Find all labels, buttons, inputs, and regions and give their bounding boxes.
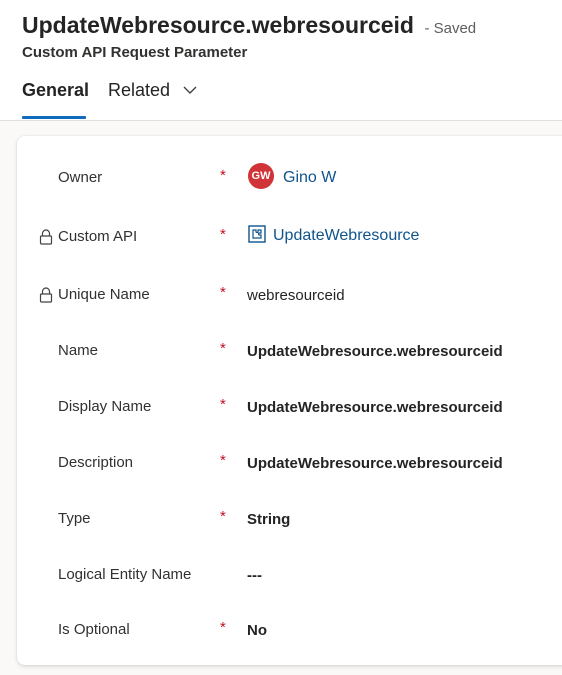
tab-related[interactable]: Related bbox=[108, 80, 197, 101]
custom-api-link[interactable]: UpdateWebresource bbox=[273, 227, 419, 245]
entity-type-label: Custom API Request Parameter bbox=[22, 44, 248, 61]
unique-name-label: Unique Name bbox=[58, 286, 150, 303]
name-field[interactable]: UpdateWebresource.webresourceid bbox=[247, 343, 503, 360]
record-header: UpdateWebresource.webresourceid - Saved … bbox=[0, 0, 562, 121]
owner-label: Owner bbox=[58, 169, 103, 186]
display-name-label: Display Name bbox=[58, 398, 152, 415]
title-row: UpdateWebresource.webresourceid - Saved bbox=[22, 12, 476, 39]
required-marker: * bbox=[220, 508, 226, 525]
tab-general-label: General bbox=[22, 80, 90, 100]
selected-tab-indicator bbox=[22, 116, 86, 119]
required-marker: * bbox=[220, 619, 226, 636]
tab-related-label: Related bbox=[108, 80, 171, 100]
field-unique-name: Unique Name * webresourceid bbox=[17, 278, 562, 318]
field-display-name: Display Name * UpdateWebresource.webreso… bbox=[17, 390, 562, 430]
avatar: GW bbox=[248, 163, 274, 189]
type-field[interactable]: String bbox=[247, 511, 290, 528]
description-field[interactable]: UpdateWebresource.webresourceid bbox=[247, 455, 503, 472]
field-type: Type * String bbox=[17, 502, 562, 542]
required-marker: * bbox=[220, 340, 226, 357]
logical-entity-name-label: Logical Entity Name bbox=[58, 566, 192, 583]
lock-icon bbox=[39, 229, 53, 245]
general-section-card: Owner * GW Gino W Custom API * UpdateWeb… bbox=[17, 136, 562, 665]
lock-icon bbox=[39, 287, 53, 303]
field-custom-api: Custom API * UpdateWebresource bbox=[17, 220, 562, 260]
logical-entity-name-field[interactable]: --- bbox=[247, 567, 262, 584]
custom-api-label: Custom API bbox=[58, 228, 138, 245]
save-status: - Saved bbox=[424, 20, 477, 37]
field-logical-entity-name: Logical Entity Name --- bbox=[17, 558, 562, 598]
required-marker: * bbox=[220, 452, 226, 469]
required-marker: * bbox=[220, 396, 226, 413]
entity-icon bbox=[248, 225, 266, 243]
unique-name-value: webresourceid bbox=[247, 287, 345, 304]
required-marker: * bbox=[220, 284, 226, 301]
chevron-down-icon bbox=[183, 86, 197, 94]
type-label: Type bbox=[58, 510, 91, 527]
field-is-optional: Is Optional * No bbox=[17, 613, 562, 653]
description-label: Description bbox=[58, 454, 134, 471]
field-owner: Owner * GW Gino W bbox=[17, 161, 562, 201]
record-title: UpdateWebresource.webresourceid bbox=[22, 12, 414, 38]
name-label: Name bbox=[58, 342, 99, 359]
owner-link[interactable]: Gino W bbox=[283, 169, 336, 187]
field-description: Description * UpdateWebresource.webresou… bbox=[17, 446, 562, 486]
required-marker: * bbox=[220, 226, 226, 243]
form-canvas: Owner * GW Gino W Custom API * UpdateWeb… bbox=[0, 121, 562, 675]
is-optional-field[interactable]: No bbox=[247, 622, 267, 639]
display-name-field[interactable]: UpdateWebresource.webresourceid bbox=[247, 399, 503, 416]
required-marker: * bbox=[220, 167, 226, 184]
field-name: Name * UpdateWebresource.webresourceid bbox=[17, 334, 562, 374]
tab-general[interactable]: General bbox=[22, 80, 90, 119]
is-optional-label: Is Optional bbox=[58, 621, 130, 638]
